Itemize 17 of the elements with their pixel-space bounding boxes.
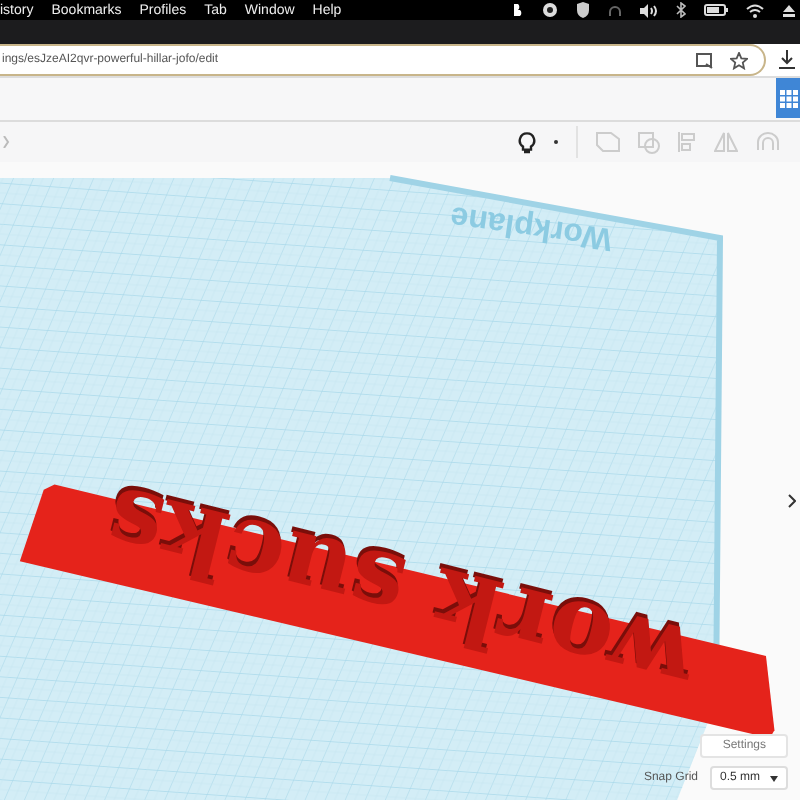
grid-view-button[interactable]	[776, 78, 800, 118]
workplane-label: Workplane	[448, 196, 615, 256]
star-icon[interactable]	[730, 51, 748, 69]
volume-icon[interactable]	[640, 3, 658, 17]
install-app-icon[interactable]	[696, 51, 714, 69]
bluetooth-icon[interactable]	[676, 2, 686, 18]
circle-icon[interactable]	[542, 2, 558, 18]
lightbulb-icon[interactable]	[518, 131, 536, 153]
workplane-grid[interactable]	[0, 175, 724, 800]
caret-icon	[770, 775, 778, 781]
shield-icon[interactable]	[576, 2, 590, 18]
grid-icon	[779, 89, 797, 107]
download-icon[interactable]	[778, 50, 796, 70]
battery-icon[interactable]	[704, 4, 728, 16]
wifi-icon[interactable]	[746, 3, 764, 17]
chevron-icon[interactable]	[788, 494, 796, 508]
eject-icon[interactable]	[782, 3, 796, 17]
